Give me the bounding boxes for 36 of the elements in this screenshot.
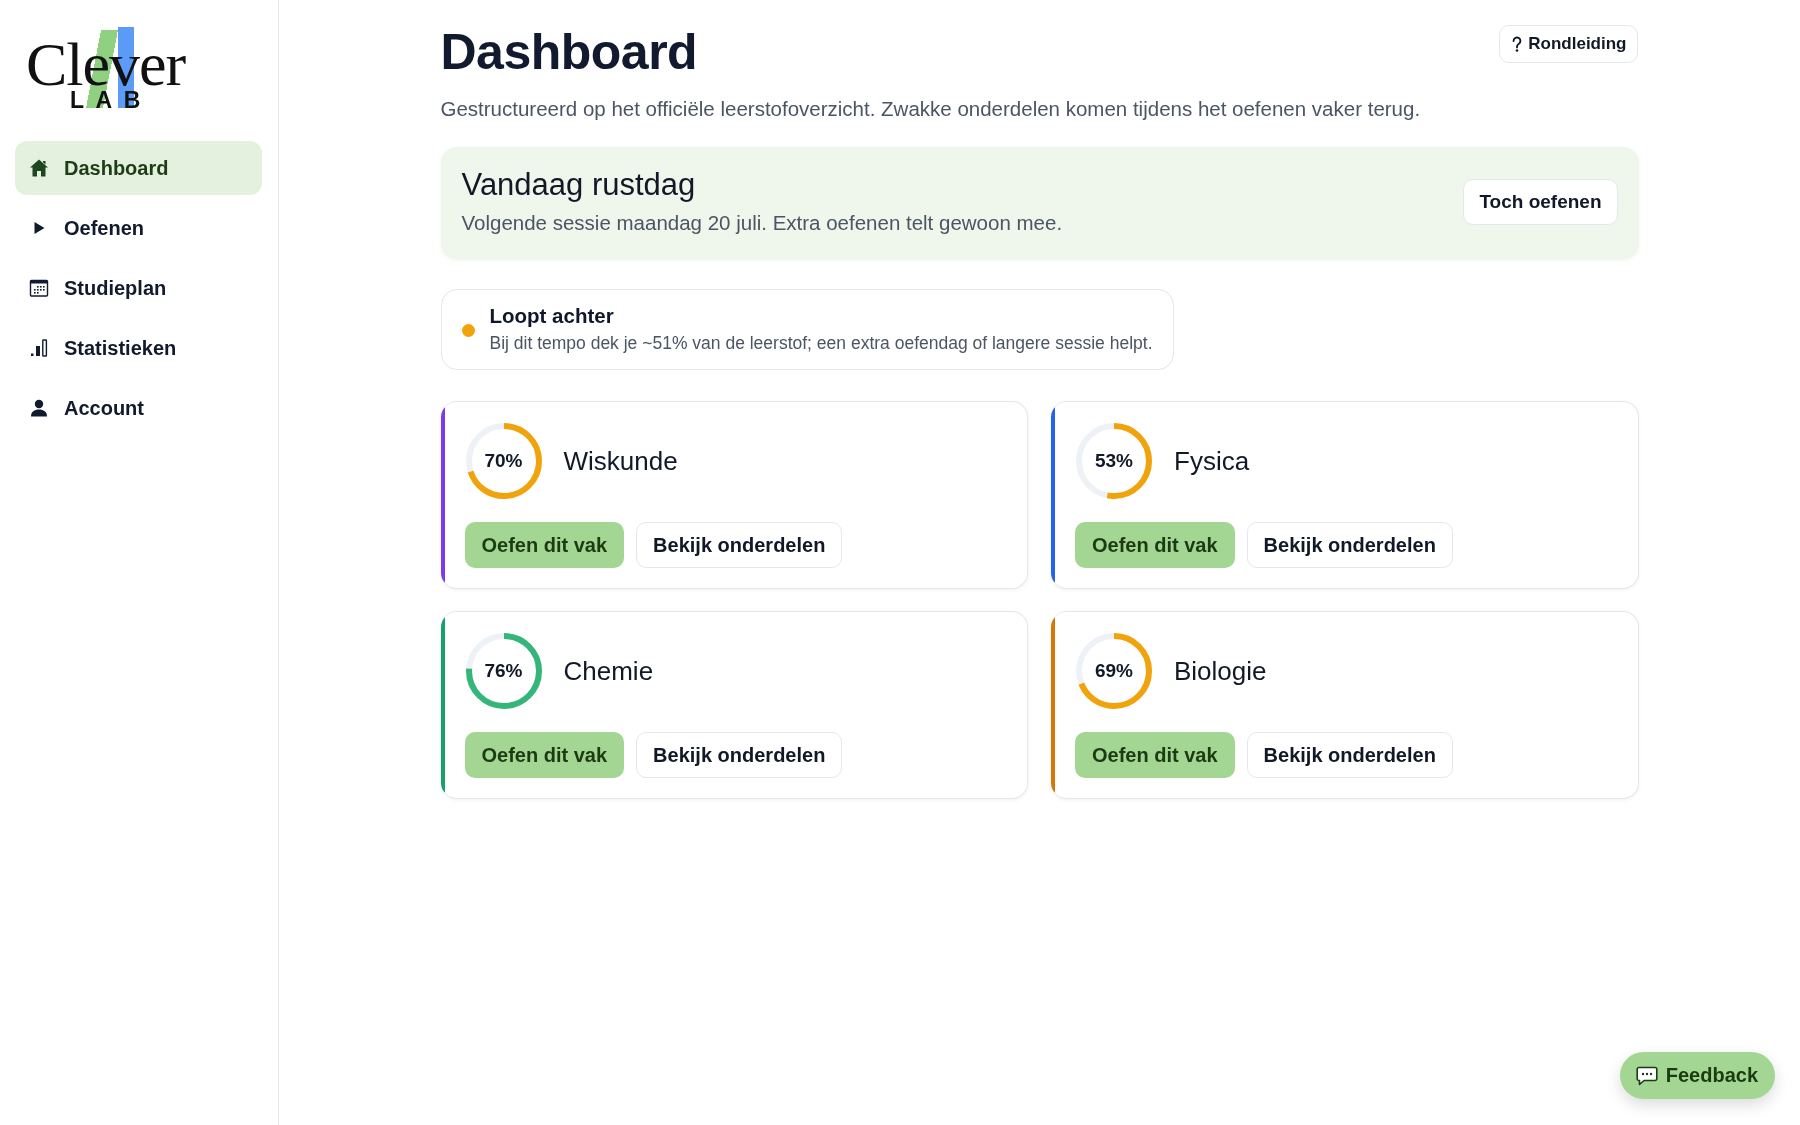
practice-subject-button[interactable]: Oefen dit vak: [464, 732, 625, 778]
nav-item[interactable]: Account: [15, 381, 262, 435]
practice-subject-button[interactable]: Oefen dit vak: [464, 522, 625, 568]
nav-item[interactable]: Oefenen: [15, 201, 262, 255]
subject-name: Fysica: [1174, 445, 1250, 477]
subject-name: Chemie: [563, 655, 654, 687]
progress-percent: 69%: [1095, 660, 1133, 682]
tour-button[interactable]: Rondleiding: [1499, 25, 1638, 63]
bar-chart-icon: [29, 338, 49, 358]
nav-item[interactable]: Statistieken: [15, 321, 262, 375]
subject-name: Biologie: [1174, 655, 1267, 687]
alert-title: Loopt achter: [489, 303, 615, 328]
banner-text: Volgende sessie maandag 20 juli. Extra oefenen telt gewoon mee.: [461, 210, 1063, 236]
progress-percent: 70%: [484, 450, 523, 472]
home-icon: [29, 158, 49, 178]
page-title: Dashboard: [440, 25, 699, 80]
view-parts-button[interactable]: Bekijk onderdelen: [1246, 522, 1453, 568]
calendar-icon: [29, 278, 49, 298]
nav-item[interactable]: Dashboard: [15, 141, 262, 195]
view-parts-button[interactable]: Bekijk onderdelen: [636, 522, 843, 568]
alert-text: Bij dit tempo dek je ~51% van de leerstof; een extra oefendag of langere sessie helpt.: [489, 332, 1153, 355]
nav-item[interactable]: Studieplan: [15, 261, 262, 315]
help-icon: [1511, 35, 1524, 53]
page-subtitle: Gestructureerd op het officiële leerstofoverzicht. Zwakke onderdelen komen tijdens het oefenen vaker terug.: [440, 97, 1421, 121]
banner-title: Vandaag rustdag: [461, 167, 697, 203]
feedback-button[interactable]: Feedback: [1619, 1052, 1775, 1099]
view-parts-button[interactable]: Bekijk onderdelen: [1246, 732, 1453, 778]
subject-name: Wiskunde: [563, 445, 678, 477]
person-icon: [29, 398, 49, 418]
practice-subject-button[interactable]: Oefen dit vak: [1075, 732, 1235, 778]
chat-icon: [1635, 1065, 1658, 1086]
progress-percent: 76%: [484, 660, 523, 682]
practice-subject-button[interactable]: Oefen dit vak: [1075, 522, 1235, 568]
view-parts-button[interactable]: Bekijk onderdelen: [636, 732, 843, 778]
progress-percent: 53%: [1095, 450, 1133, 472]
practice-anyway-button[interactable]: Toch oefenen: [1463, 178, 1618, 225]
